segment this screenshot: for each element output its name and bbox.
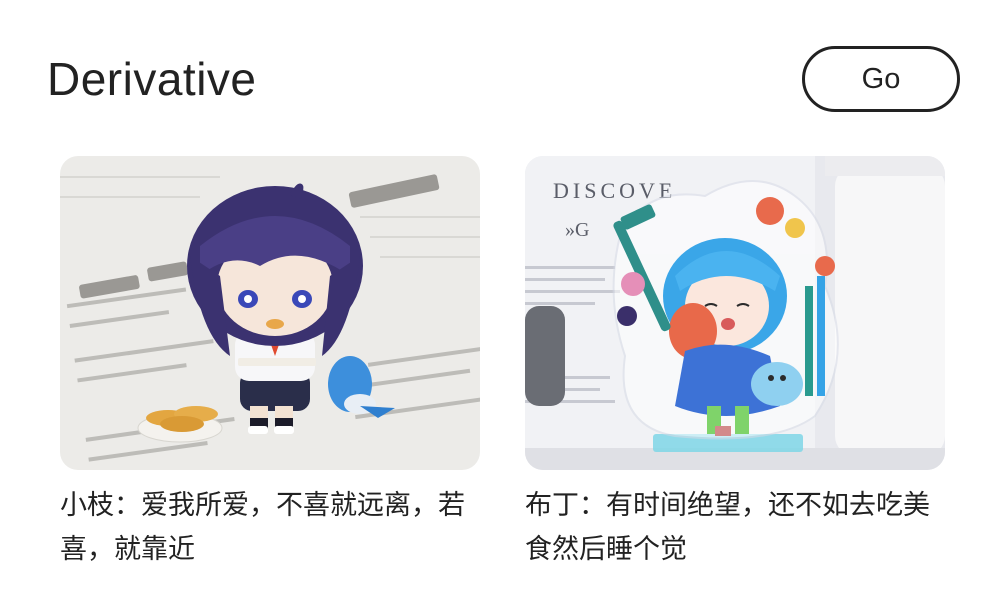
- card-caption: 小枝：爱我所爱，不喜就远离，若喜，就靠近: [60, 490, 465, 565]
- section-header: Derivative Go: [47, 44, 962, 120]
- section-title: Derivative: [47, 53, 257, 105]
- figure-photo-illustration: [60, 156, 480, 470]
- derivative-card-2[interactable]: DISCOVE »G 布丁：有时间绝望，还不如去吃美食然后睡个觉: [525, 156, 945, 572]
- derivative-card-1[interactable]: 小枝：爱我所爱，不喜就远离，若喜，就靠近: [60, 156, 480, 572]
- card-image-figure[interactable]: [60, 156, 480, 470]
- card-caption: 布丁：有时间绝望，还不如去吃美食然后睡个觉: [525, 490, 930, 565]
- card-image-acrylic-stand[interactable]: DISCOVE »G: [525, 156, 945, 470]
- magazine-text-2: »G: [565, 219, 589, 241]
- acrylic-stand-photo-illustration: DISCOVE »G: [525, 156, 945, 470]
- derivative-section: Derivative Go 小枝：爱我所爱，不喜就远离，若喜，就靠近 DISCO…: [0, 0, 1005, 612]
- go-button[interactable]: Go: [802, 46, 960, 112]
